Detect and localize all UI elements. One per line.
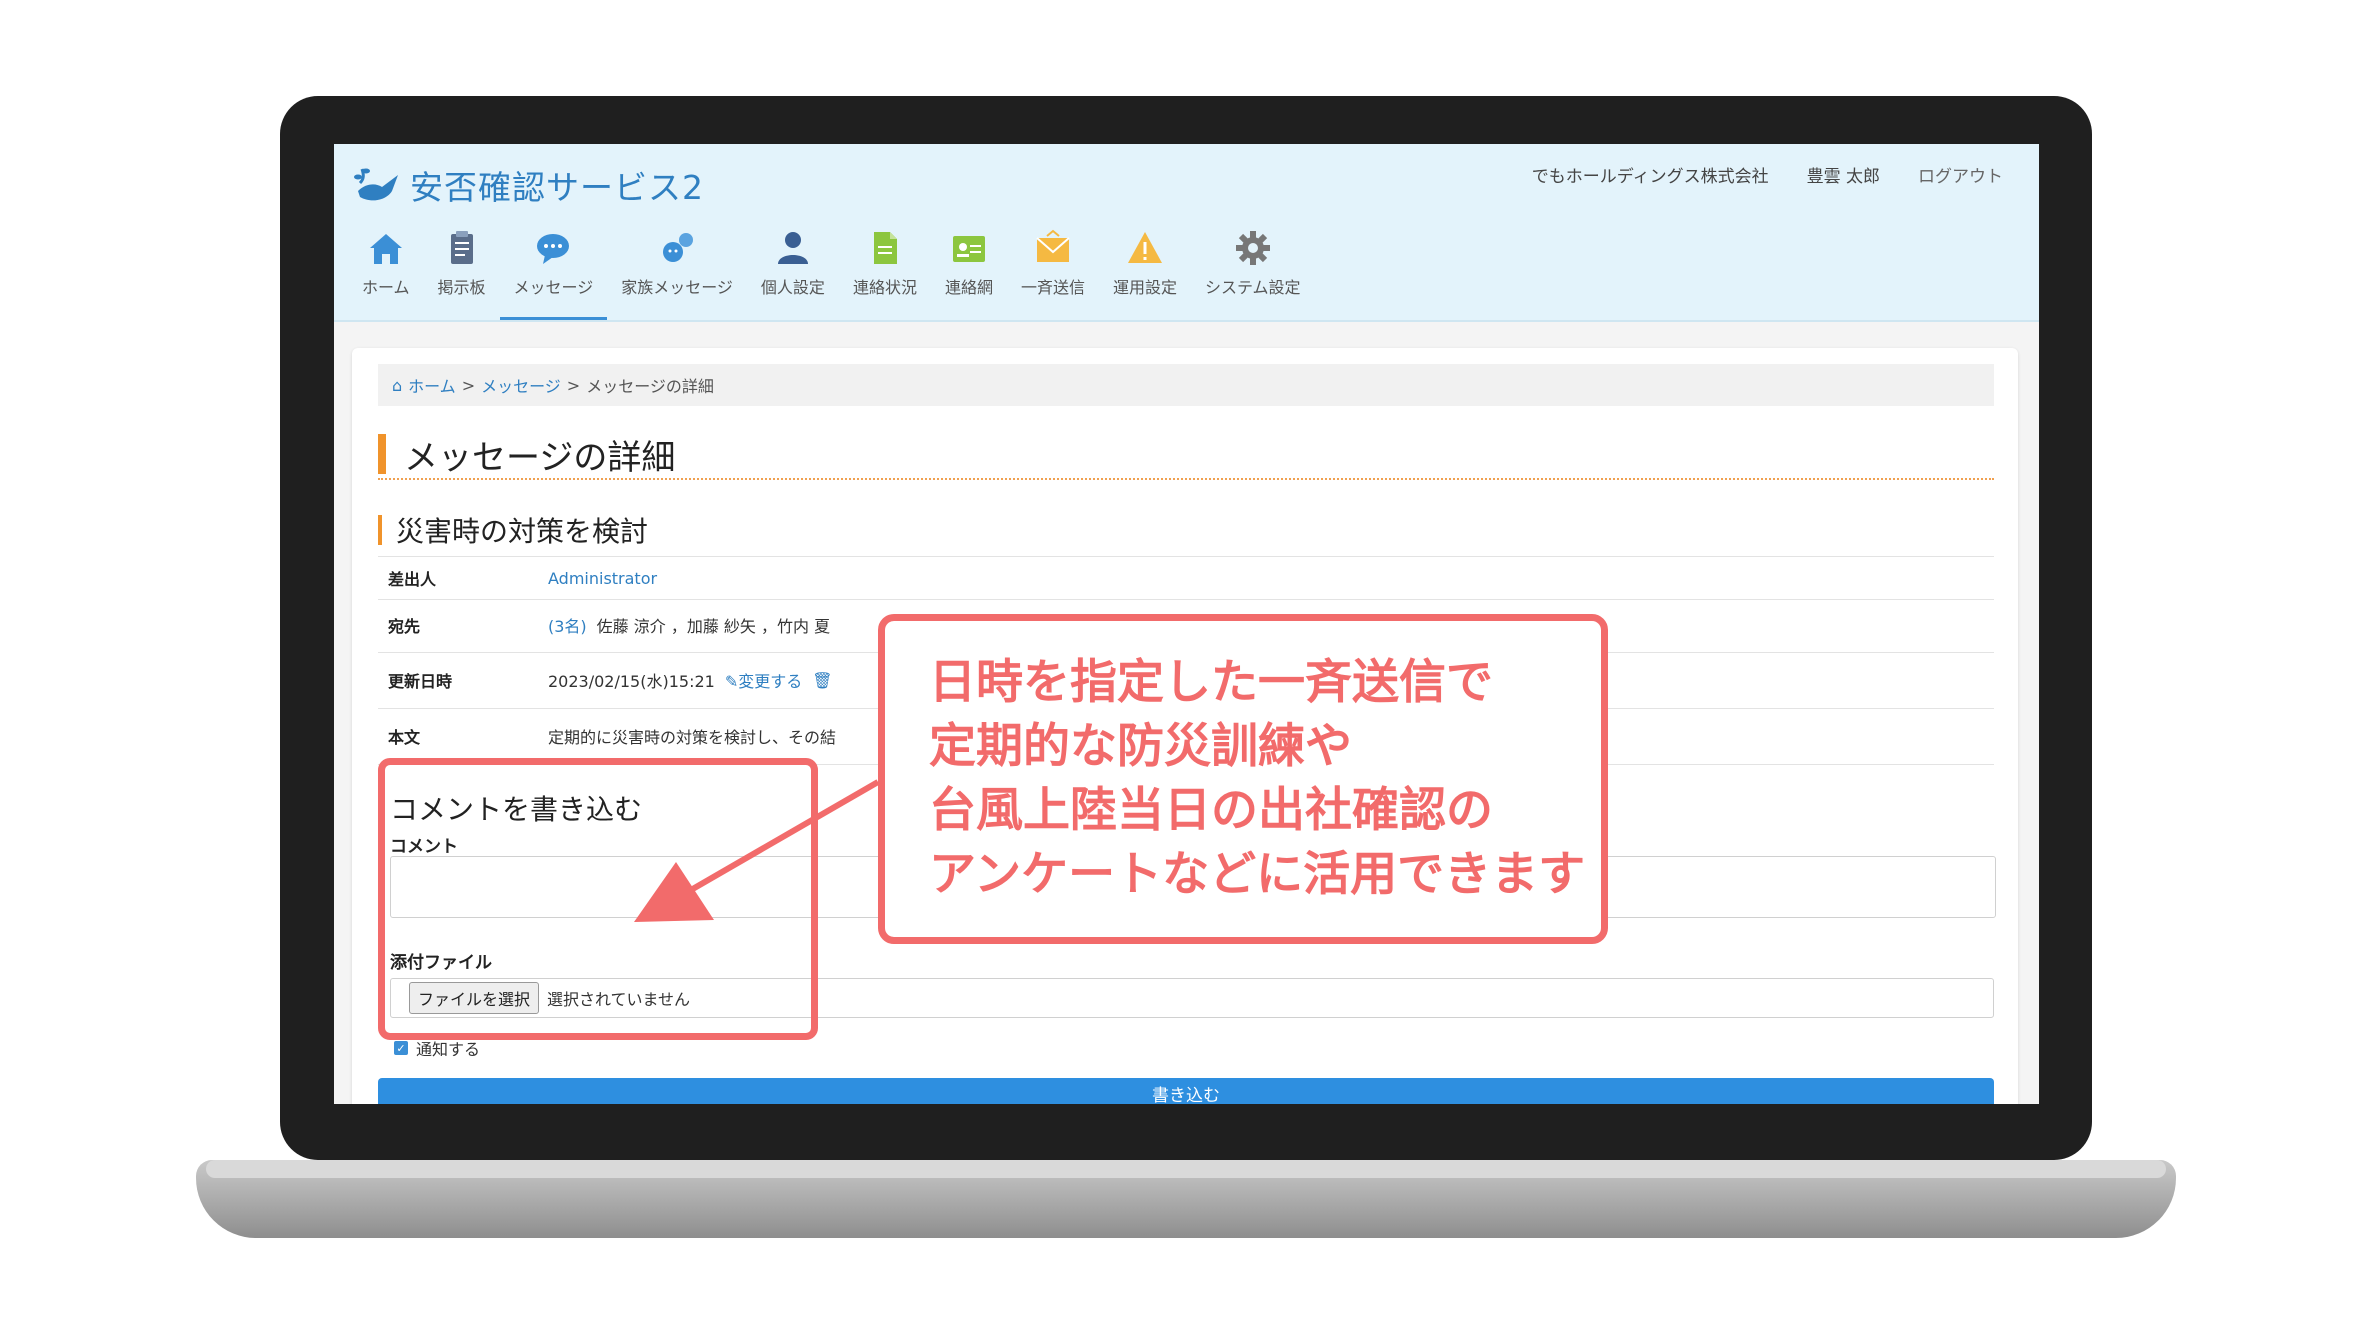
sender-label: 差出人	[388, 570, 437, 589]
nav-item-home[interactable]: ホーム	[348, 228, 424, 320]
updated-datetime: 2023/02/15(水)15:21	[548, 672, 715, 691]
page-title: メッセージの詳細	[378, 430, 1994, 480]
app-header: 安否確認サービス2 でもホールディングス株式会社 豊雲 太郎 ログアウト ホーム…	[334, 144, 2039, 322]
submit-button[interactable]: 書き込む	[378, 1078, 1994, 1104]
pencil-icon: ✎	[724, 672, 739, 691]
logo[interactable]: 安否確認サービス2	[352, 160, 704, 210]
edit-link-label: 変更する	[738, 672, 803, 691]
logout-link[interactable]: ログアウト	[1918, 162, 2003, 187]
recipient-names: 佐藤 涼介 ，加藤 紗矢 ，竹内 夏	[596, 617, 831, 636]
sender-row: 差出人 Administrator	[378, 556, 1994, 600]
nav-label: 家族メッセージ	[621, 278, 733, 297]
chat-bubble-icon	[533, 228, 573, 268]
breadcrumb-current: メッセージの詳細	[586, 377, 714, 396]
nav-label: 連絡状況	[852, 278, 917, 297]
callout-box: 日時を指定した一斉送信で 定期的な防災訓練や 台風上陸当日の出社確認の アンケー…	[878, 614, 1608, 944]
subject-accent-bar	[378, 515, 382, 545]
page-title-text: メッセージの詳細	[404, 437, 676, 478]
breadcrumb-separator: >	[566, 375, 581, 395]
document-icon	[865, 228, 905, 268]
header-user-area: でもホールディングス株式会社 豊雲 太郎 ログアウト	[1532, 162, 2003, 187]
nav-item-message[interactable]: メッセージ	[499, 228, 608, 320]
nav-label: ホーム	[362, 278, 410, 297]
main-nav: ホーム 掲示板 メッセージ 家族メッセージ 個人設定 連絡状況 連絡網 一斉送信…	[348, 228, 1315, 320]
nav-label: メッセージ	[513, 278, 594, 297]
nav-item-broadcast[interactable]: 一斉送信	[1007, 228, 1099, 320]
envelope-icon	[1033, 228, 1073, 268]
dove-logo-icon	[354, 168, 398, 201]
family-chat-icon	[657, 228, 697, 268]
callout-line: 日時を指定した一斉送信で	[929, 655, 1493, 710]
nav-label: 運用設定	[1112, 278, 1177, 297]
recipient-count-link[interactable]: (3名)	[548, 613, 587, 637]
company-name: でもホールディングス株式会社	[1531, 167, 1769, 187]
breadcrumb-message[interactable]: メッセージ	[481, 373, 561, 397]
breadcrumb-separator: >	[461, 375, 476, 395]
message-subject: 災害時の対策を検討	[378, 510, 648, 550]
nav-label: 掲示板	[437, 278, 486, 297]
recipient-label: 宛先	[388, 617, 421, 636]
nav-item-operation-settings[interactable]: 運用設定	[1099, 228, 1191, 320]
highlight-box	[378, 758, 818, 1040]
clipboard-icon	[442, 228, 482, 268]
body-label: 本文	[388, 728, 421, 747]
message-subject-text: 災害時の対策を検討	[396, 515, 649, 548]
nav-label: システム設定	[1205, 278, 1301, 297]
updated-label: 更新日時	[388, 672, 453, 691]
user-name: 豊雲 太郎	[1806, 167, 1880, 187]
nav-item-family-message[interactable]: 家族メッセージ	[607, 228, 747, 320]
nav-item-system-settings[interactable]: システム設定	[1191, 228, 1315, 320]
laptop-base-lip	[206, 1160, 2166, 1178]
title-accent-bar	[378, 434, 386, 474]
message-body: 定期的に災害時の対策を検討し、その結	[548, 728, 837, 747]
breadcrumb-home-icon[interactable]: ⌂	[392, 376, 402, 395]
sender-link[interactable]: Administrator	[548, 569, 657, 588]
nav-label: 連絡網	[944, 278, 993, 297]
breadcrumb: ⌂ ホーム > メッセージ > メッセージの詳細	[378, 364, 1994, 406]
logo-text: 安否確認サービス2	[410, 168, 704, 207]
nav-label: 個人設定	[760, 278, 825, 297]
callout-line: 台風上陸当日の出社確認の	[929, 783, 1493, 838]
nav-item-contact-network[interactable]: 連絡網	[931, 228, 1007, 320]
edit-link[interactable]: ✎変更する	[725, 668, 802, 692]
nav-item-personal-settings[interactable]: 個人設定	[747, 228, 839, 320]
notify-checkbox[interactable]: ✓	[394, 1041, 408, 1055]
person-icon	[773, 228, 813, 268]
contact-card-icon	[949, 228, 989, 268]
trash-icon[interactable]: 🗑	[812, 671, 832, 690]
callout-line: アンケートなどに活用できます	[929, 847, 1586, 902]
callout-line: 定期的な防災訓練や	[929, 719, 1352, 774]
nav-label: 一斉送信	[1020, 278, 1085, 297]
home-icon	[366, 228, 406, 268]
nav-item-contact-status[interactable]: 連絡状況	[839, 228, 931, 320]
warning-icon	[1125, 228, 1165, 268]
breadcrumb-home[interactable]: ホーム	[408, 373, 456, 397]
nav-item-board[interactable]: 掲示板	[424, 228, 500, 320]
gear-icon	[1233, 228, 1273, 268]
